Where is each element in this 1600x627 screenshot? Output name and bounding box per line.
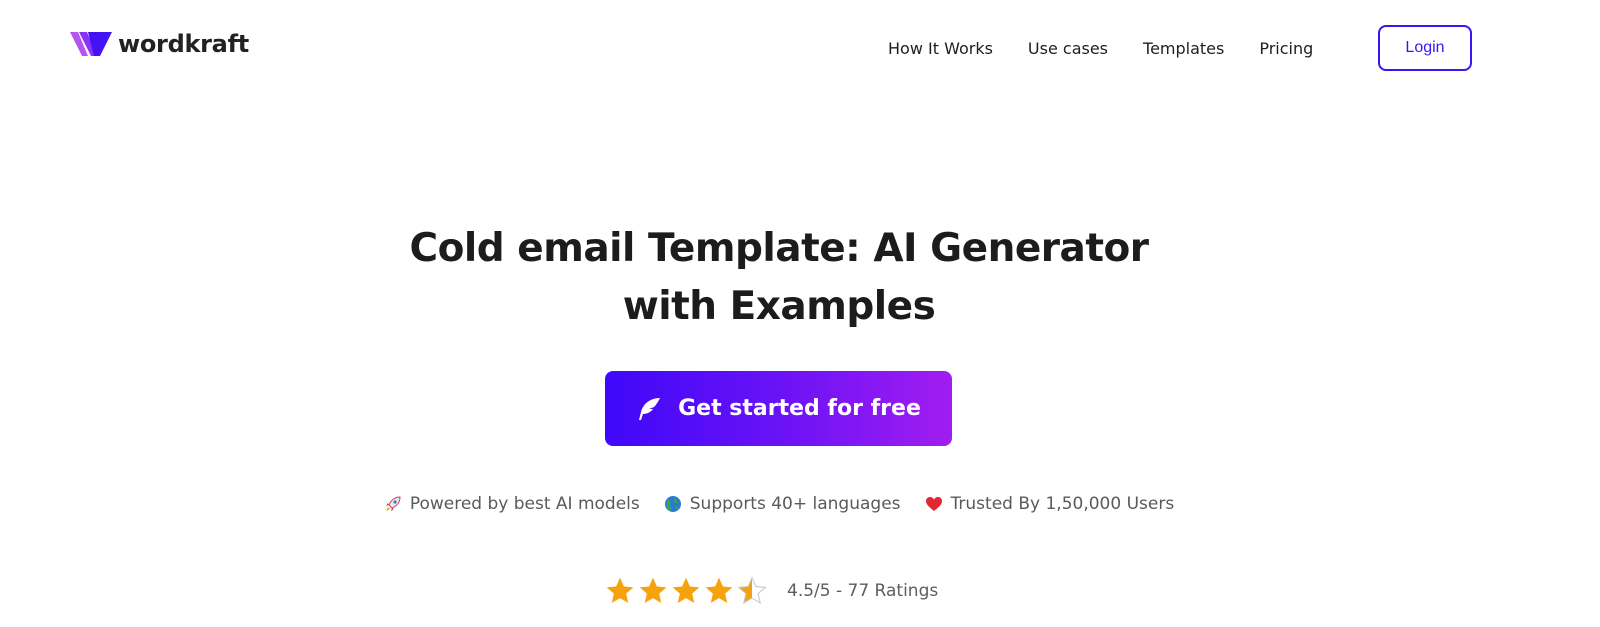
star-icon xyxy=(639,577,667,603)
get-started-button[interactable]: Get started for free xyxy=(605,371,952,446)
nav-how-it-works[interactable]: How It Works xyxy=(888,38,993,60)
feature-label: Powered by best AI models xyxy=(409,494,640,514)
half-star-icon xyxy=(737,576,767,605)
star-icon xyxy=(672,577,700,603)
nav-templates[interactable]: Templates xyxy=(1143,38,1224,60)
title-line-2: with Examples xyxy=(622,284,936,329)
feature-label: Trusted By 1,50,000 Users xyxy=(950,494,1175,514)
main-nav: How It Works Use cases Templates Pricing xyxy=(888,38,1348,60)
feature-label: Supports 40+ languages xyxy=(689,494,901,514)
globe-icon xyxy=(664,496,681,512)
get-started-label: Get started for free xyxy=(678,396,921,421)
logo-text: wordkraft xyxy=(118,30,249,58)
feature-list: Powered by best AI models Supports 40+ l… xyxy=(0,494,1558,514)
rating: 4.5/5 - 77 Ratings xyxy=(604,575,938,607)
feature-item: Trusted By 1,50,000 Users xyxy=(925,494,1175,514)
feature-item: Supports 40+ languages xyxy=(664,494,901,514)
rocket-icon xyxy=(385,496,401,511)
star-icon xyxy=(606,577,634,603)
login-button[interactable]: Login xyxy=(1378,25,1472,71)
heart-icon xyxy=(925,497,942,511)
rating-text: 4.5/5 - 77 Ratings xyxy=(787,581,939,601)
nav-use-cases[interactable]: Use cases xyxy=(1028,38,1108,60)
star-icon xyxy=(705,577,733,603)
wordkraft-logo-icon xyxy=(70,32,112,56)
site-header: wordkraft How It Works Use cases Templat… xyxy=(0,0,1600,96)
logo[interactable]: wordkraft xyxy=(70,30,249,58)
title-line-1: Cold email Template: AI Generator xyxy=(409,226,1149,271)
feather-icon xyxy=(639,397,661,420)
nav-pricing[interactable]: Pricing xyxy=(1259,38,1313,60)
star-rating xyxy=(604,575,769,607)
feature-item: Powered by best AI models xyxy=(384,494,640,514)
page-title: Cold email Template: AI Generator with E… xyxy=(0,220,1558,336)
